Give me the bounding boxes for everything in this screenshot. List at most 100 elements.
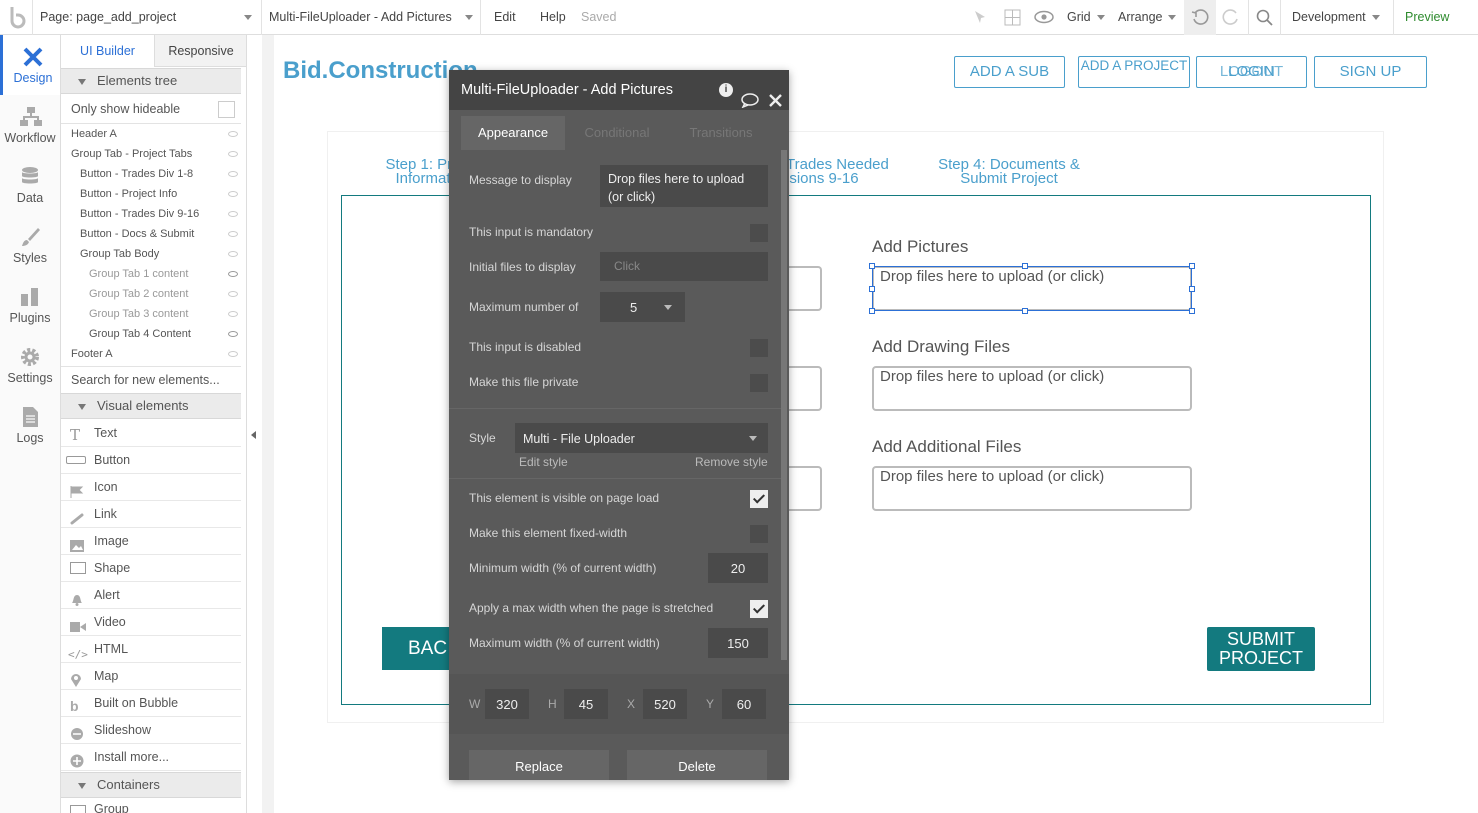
eye-icon[interactable] bbox=[228, 151, 238, 157]
element-install-more[interactable]: Install more... bbox=[61, 744, 241, 771]
element-built-on-bubble[interactable]: b Built on Bubble bbox=[61, 690, 241, 717]
visual-elements-header[interactable]: Visual elements bbox=[61, 393, 241, 419]
collapse-panel-arrow-icon[interactable] bbox=[251, 431, 256, 439]
edit-menu[interactable]: Edit bbox=[494, 10, 516, 24]
undo-icon[interactable] bbox=[1184, 0, 1216, 35]
tree-item-group-tab-project-tabs[interactable]: Group Tab - Project Tabs bbox=[71, 144, 192, 164]
resize-handle[interactable] bbox=[869, 263, 875, 269]
eye-icon[interactable] bbox=[228, 291, 238, 297]
message-input[interactable]: Drop files here to upload (or click) bbox=[600, 165, 768, 207]
eye-icon[interactable] bbox=[1034, 10, 1054, 27]
nav-plugins[interactable]: Plugins bbox=[0, 275, 60, 335]
eye-icon[interactable] bbox=[228, 211, 238, 217]
arrange-menu[interactable]: Arrange bbox=[1118, 10, 1177, 24]
element-slideshow[interactable]: Slideshow bbox=[61, 717, 241, 744]
nav-styles[interactable]: Styles bbox=[0, 215, 60, 275]
resize-handle[interactable] bbox=[869, 286, 875, 292]
tab-ui-builder[interactable]: UI Builder bbox=[61, 35, 154, 67]
width-input[interactable]: 320 bbox=[485, 689, 529, 719]
tab-responsive[interactable]: Responsive bbox=[154, 35, 246, 67]
sign-up-button[interactable]: SIGN UP bbox=[1314, 56, 1427, 88]
add-drawing-files-uploader[interactable]: Drop files here to upload (or click) bbox=[872, 366, 1192, 411]
tree-item-button-project-info[interactable]: Button - Project Info bbox=[80, 184, 177, 204]
step-3-tab[interactable]: Trades Needed isions 9-16 bbox=[786, 157, 896, 186]
fixed-width-checkbox[interactable] bbox=[750, 525, 768, 543]
tree-item-group-tab-body[interactable]: Group Tab Body bbox=[80, 244, 159, 264]
element-text[interactable]: T Text bbox=[61, 420, 241, 447]
apply-max-width-checkbox[interactable] bbox=[750, 600, 768, 618]
tree-item-button-trades-1-8[interactable]: Button - Trades Div 1-8 bbox=[80, 164, 193, 184]
tab-appearance[interactable]: Appearance bbox=[461, 116, 565, 150]
element-group[interactable]: Group bbox=[61, 799, 241, 813]
x-input[interactable]: 520 bbox=[643, 689, 687, 719]
resize-handle[interactable] bbox=[1189, 263, 1195, 269]
eye-icon[interactable] bbox=[228, 271, 238, 277]
tab-conditional[interactable]: Conditional bbox=[565, 116, 669, 150]
nav-settings[interactable]: Settings bbox=[0, 335, 60, 395]
help-menu[interactable]: Help bbox=[540, 10, 566, 24]
eye-icon[interactable] bbox=[228, 231, 238, 237]
eye-icon[interactable] bbox=[228, 251, 238, 257]
tree-item-button-trades-9-16[interactable]: Button - Trades Div 9-16 bbox=[80, 204, 199, 224]
max-number-dropdown[interactable]: 5 bbox=[600, 292, 685, 322]
resize-handle[interactable] bbox=[1189, 286, 1195, 292]
page-selector[interactable]: Page: page_add_project bbox=[40, 10, 254, 24]
private-checkbox[interactable] bbox=[750, 374, 768, 392]
tree-item-group-tab-4[interactable]: Group Tab 4 Content bbox=[89, 324, 191, 344]
tree-item-header-a[interactable]: Header A bbox=[71, 124, 117, 144]
element-image[interactable]: Image bbox=[61, 528, 241, 555]
eye-icon[interactable] bbox=[228, 351, 238, 357]
element-icon[interactable]: Icon bbox=[61, 474, 241, 501]
dialog-header[interactable]: Multi-FileUploader - Add Pictures i bbox=[449, 70, 789, 110]
tab-transitions[interactable]: Transitions bbox=[669, 116, 773, 150]
eye-icon[interactable] bbox=[228, 171, 238, 177]
visible-checkbox[interactable] bbox=[750, 490, 768, 508]
disabled-checkbox[interactable] bbox=[750, 339, 768, 357]
element-video[interactable]: Video bbox=[61, 609, 241, 636]
tree-item-group-tab-3[interactable]: Group Tab 3 content bbox=[89, 304, 188, 324]
height-input[interactable]: 45 bbox=[564, 689, 608, 719]
only-show-hideable-checkbox[interactable] bbox=[218, 101, 235, 118]
eye-icon[interactable] bbox=[228, 331, 238, 337]
resize-handle[interactable] bbox=[1189, 308, 1195, 314]
bubble-logo-icon[interactable] bbox=[8, 5, 28, 30]
element-map[interactable]: Map bbox=[61, 663, 241, 690]
element-alert[interactable]: Alert bbox=[61, 582, 241, 609]
nav-workflow[interactable]: Workflow bbox=[0, 95, 60, 155]
resize-handle[interactable] bbox=[1022, 308, 1028, 314]
nav-design[interactable]: Design bbox=[0, 35, 60, 95]
version-selector[interactable]: Development bbox=[1292, 10, 1380, 24]
resize-handle[interactable] bbox=[869, 308, 875, 314]
redo-icon[interactable] bbox=[1222, 9, 1240, 30]
grid-layout-icon[interactable] bbox=[1004, 9, 1021, 29]
resize-handle[interactable] bbox=[1022, 263, 1028, 269]
element-button[interactable]: Button bbox=[61, 447, 241, 474]
replace-button[interactable]: Replace bbox=[469, 750, 609, 780]
min-width-input[interactable]: 20 bbox=[708, 553, 768, 583]
tree-item-group-tab-1[interactable]: Group Tab 1 content bbox=[89, 264, 188, 284]
pointer-icon[interactable] bbox=[972, 9, 988, 28]
add-sub-button[interactable]: ADD A SUB bbox=[954, 56, 1065, 88]
edit-style-link[interactable]: Edit style bbox=[519, 455, 568, 469]
nav-data[interactable]: Data bbox=[0, 155, 60, 215]
eye-icon[interactable] bbox=[228, 311, 238, 317]
initial-files-input[interactable]: Click bbox=[600, 252, 768, 281]
nav-logs[interactable]: Logs bbox=[0, 395, 60, 455]
login-logout-button[interactable]: LOGIN LOGOUT bbox=[1196, 56, 1307, 88]
tree-item-button-docs-submit[interactable]: Button - Docs & Submit bbox=[80, 224, 194, 244]
info-icon[interactable]: i bbox=[719, 83, 733, 97]
style-dropdown[interactable]: Multi - File Uploader bbox=[515, 423, 768, 453]
mandatory-checkbox[interactable] bbox=[750, 224, 768, 242]
elements-tree-header[interactable]: Elements tree bbox=[61, 68, 241, 94]
y-input[interactable]: 60 bbox=[722, 689, 766, 719]
eye-icon[interactable] bbox=[228, 131, 238, 137]
eye-icon[interactable] bbox=[228, 191, 238, 197]
search-icon[interactable] bbox=[1256, 9, 1273, 29]
add-project-button[interactable]: ADD A PROJECT bbox=[1078, 56, 1190, 88]
tree-item-footer-a[interactable]: Footer A bbox=[71, 344, 113, 364]
step-4-tab[interactable]: Step 4: Documents & Submit Project bbox=[924, 157, 1094, 186]
element-selector[interactable]: Multi-FileUploader - Add Pictures bbox=[269, 10, 473, 24]
grid-menu[interactable]: Grid bbox=[1067, 10, 1105, 24]
max-width-input[interactable]: 150 bbox=[708, 628, 768, 658]
dialog-scrollbar[interactable] bbox=[781, 150, 787, 660]
